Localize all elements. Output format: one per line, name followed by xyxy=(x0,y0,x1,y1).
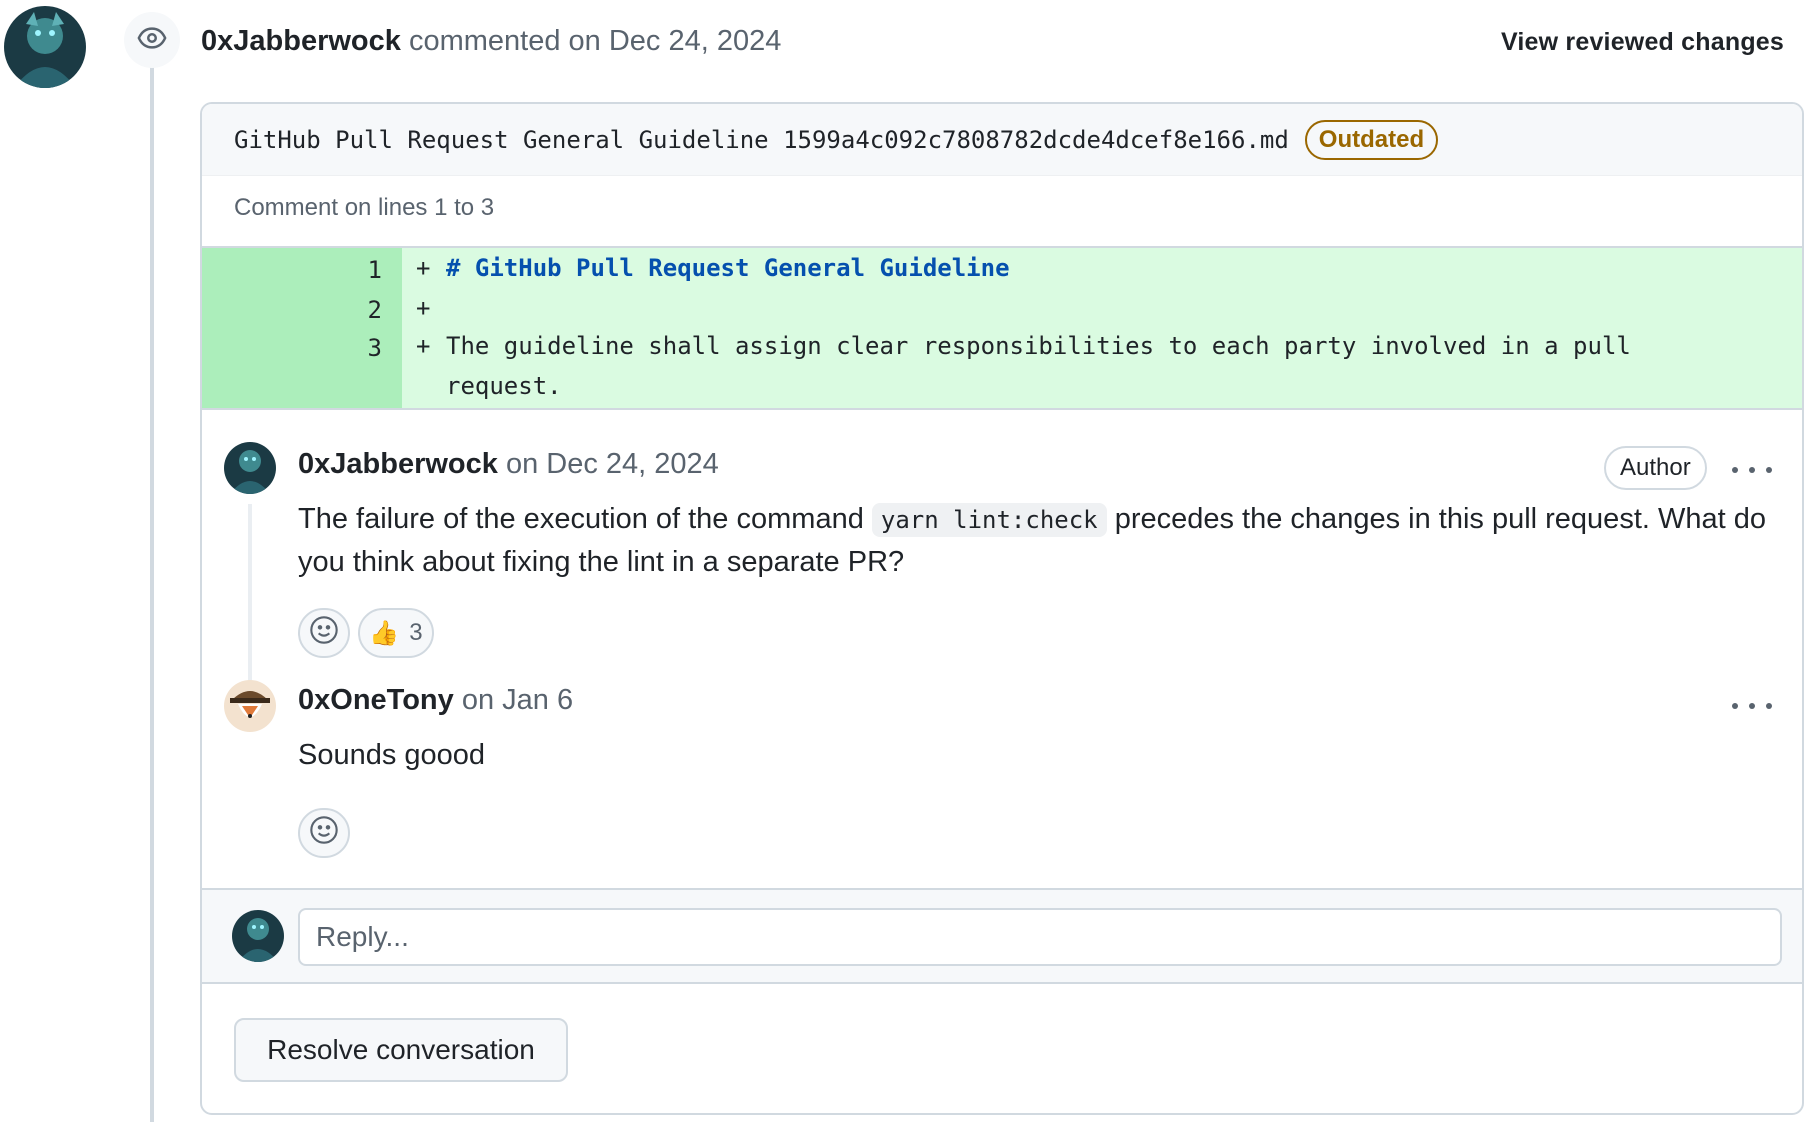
thumbs-up-reaction-button[interactable]: 👍 3 xyxy=(358,608,434,658)
diff-marker: + xyxy=(416,254,431,282)
diff-marker: + xyxy=(416,294,431,322)
smiley-icon xyxy=(308,814,340,853)
review-event-badge xyxy=(124,12,180,68)
kebab-menu-icon[interactable] xyxy=(1732,460,1772,480)
thumbs-up-icon: 👍 xyxy=(369,619,400,647)
comment-body: Sounds goood xyxy=(298,739,486,771)
comment-header: 0xOneTony on Jan 6 xyxy=(298,684,573,717)
inline-code: yarn lint:check xyxy=(871,503,1107,537)
author-link[interactable]: 0xJabberwock xyxy=(298,448,498,480)
diff-gutter: 1 2 3 xyxy=(202,248,402,408)
eye-icon xyxy=(137,23,167,58)
reply-bar xyxy=(202,888,1802,984)
reaction-count: 3 xyxy=(409,619,423,646)
diff-marker: + xyxy=(416,332,431,360)
smiley-icon xyxy=(308,614,340,653)
diff-line-text: The guideline shall assign clear respons… xyxy=(446,332,1631,360)
thread-connector xyxy=(248,504,252,704)
file-name-link[interactable]: GitHub Pull Request General Guideline 15… xyxy=(234,126,1289,154)
avatar[interactable] xyxy=(224,442,276,494)
diff-line-text: # GitHub Pull Request General Guideline xyxy=(446,254,1010,282)
add-reaction-button[interactable] xyxy=(298,608,350,658)
comment-header: 0xJabberwock on Dec 24, 2024 xyxy=(298,448,719,481)
timeline-line xyxy=(150,60,154,1122)
avatar[interactable] xyxy=(4,6,86,88)
diff-hunk: 1 2 3 + # GitHub Pull Request General Gu… xyxy=(202,246,1802,410)
review-thread: GitHub Pull Request General Guideline 15… xyxy=(200,102,1804,1115)
timestamp-link[interactable]: on Jan 6 xyxy=(462,684,573,716)
author-link[interactable]: 0xOneTony xyxy=(298,684,454,716)
line-number: 3 xyxy=(367,334,382,362)
view-reviewed-changes-link[interactable]: View reviewed changes xyxy=(1501,28,1784,57)
kebab-menu-icon[interactable] xyxy=(1732,696,1772,716)
line-number: 2 xyxy=(367,296,382,324)
avatar[interactable] xyxy=(232,910,284,962)
diff-line-continuation: request. xyxy=(446,372,562,400)
resolve-conversation-button[interactable]: Resolve conversation xyxy=(234,1018,568,1082)
reply-input[interactable] xyxy=(298,908,1782,966)
comment-body: The failure of the execution of the comm… xyxy=(298,498,1778,583)
file-header: GitHub Pull Request General Guideline 15… xyxy=(202,104,1802,176)
timestamp-link[interactable]: on Dec 24, 2024 xyxy=(506,448,719,480)
timestamp-link[interactable]: on Dec 24, 2024 xyxy=(569,25,782,57)
author-badge: Author xyxy=(1604,446,1707,490)
add-reaction-button[interactable] xyxy=(298,808,350,858)
avatar[interactable] xyxy=(224,680,276,732)
timeline-header: 0xJabberwock commented on Dec 24, 2024 xyxy=(201,25,781,58)
comment-lines-label: Comment on lines 1 to 3 xyxy=(234,194,495,221)
line-number: 1 xyxy=(367,256,382,284)
outdated-badge: Outdated xyxy=(1304,119,1439,160)
action-text: commented xyxy=(408,25,561,57)
comment-text: The failure of the execution of the comm… xyxy=(298,503,864,535)
author-link[interactable]: 0xJabberwock xyxy=(201,25,401,57)
